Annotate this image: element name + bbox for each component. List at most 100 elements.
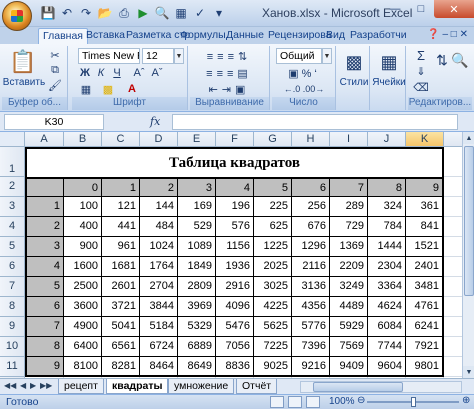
table-cell[interactable]: 3136 [292,277,330,297]
table-cell[interactable]: 441 [102,217,140,237]
table-cell[interactable]: 289 [330,197,368,217]
column-header-I[interactable]: I [330,132,368,147]
run-icon[interactable]: ▶ [135,5,151,21]
fx-button[interactable]: fx [150,115,160,128]
number-format-dropdown[interactable]: ▼ [322,48,332,64]
table-cell[interactable]: 9216 [292,357,330,377]
table-cell[interactable]: 676 [292,217,330,237]
column-header-F[interactable]: F [216,132,254,147]
column-header-A[interactable]: A [25,132,64,147]
select-all-corner[interactable] [0,132,25,147]
spelling-icon[interactable]: ✓ [192,5,208,21]
spreadsheet-grid[interactable]: A B C D E F G H I J K 1 2 3 4 5 6 7 8 9 10 11 Таблица квадрато… [0,132,462,378]
column-header-K[interactable]: K [406,132,444,147]
help-icon[interactable]: ❓ – □ ✕ [427,29,468,40]
decimal-icons[interactable]: ←.0 .00→ [276,82,332,96]
row-label-cell[interactable]: 9 [25,357,64,377]
table-cell[interactable]: 4900 [64,317,102,337]
table-cell[interactable]: 4356 [292,297,330,317]
table-cell[interactable]: 2401 [406,257,444,277]
name-box[interactable]: K30 [4,114,104,130]
table-cell[interactable]: 1936 [216,257,254,277]
cells-icon[interactable]: ▦ [377,50,401,74]
office-button[interactable] [2,1,32,31]
table-cell[interactable]: 1369 [330,237,368,257]
font-size-input[interactable]: 12 [142,48,174,64]
formula-input[interactable] [172,114,458,130]
table-cell[interactable]: 121 [102,197,140,217]
row-header-9[interactable]: 9 [0,317,25,337]
table-cell[interactable]: 4761 [406,297,444,317]
table-cell[interactable]: 3844 [140,297,178,317]
table-header-cell[interactable]: 0 [64,177,102,197]
table-header-cell[interactable]: 4 [216,177,254,197]
table-cell[interactable]: 5329 [178,317,216,337]
sheet-tab-recept[interactable]: рецепт [58,379,104,394]
underline-button[interactable]: Ч [110,66,124,80]
table-cell[interactable]: 2304 [368,257,406,277]
table-cell[interactable]: 1849 [178,257,216,277]
table-cell[interactable]: 6889 [178,337,216,357]
table-cell[interactable]: 6561 [102,337,140,357]
row-header-8[interactable]: 8 [0,297,25,317]
zoom-slider[interactable] [367,397,459,407]
table-cell[interactable]: 7569 [330,337,368,357]
tab-view[interactable]: Вид [322,28,349,44]
column-header-G[interactable]: G [254,132,292,147]
sheet-tab-multiplication[interactable]: умножение [168,379,235,394]
row-header-7[interactable]: 7 [0,277,25,297]
row-header-4[interactable]: 4 [0,217,25,237]
table-header-cell[interactable]: 9 [406,177,444,197]
next-sheet-icon[interactable]: ▶ [30,381,36,390]
table-cell[interactable]: 841 [406,217,444,237]
table-cell[interactable]: 2209 [330,257,368,277]
column-header-J[interactable]: J [368,132,406,147]
tab-developer[interactable]: Разработчик [346,28,406,44]
table-cell[interactable]: 169 [178,197,216,217]
cut-icon[interactable]: ✂ [48,48,62,62]
table-cell[interactable]: 5776 [292,317,330,337]
zoom-level[interactable]: 100% [329,396,355,407]
fill-color-icon[interactable]: ▩ [100,82,116,96]
table-header-cell[interactable]: 5 [254,177,292,197]
column-header-D[interactable]: D [140,132,178,147]
paste-button[interactable]: Вставить [2,76,46,88]
table-cell[interactable]: 1764 [140,257,178,277]
table-cell[interactable]: 2916 [216,277,254,297]
table-cell[interactable]: 1600 [64,257,102,277]
font-size-dropdown[interactable]: ▼ [174,48,184,64]
column-header-C[interactable]: C [102,132,140,147]
row-header-5[interactable]: 5 [0,237,25,257]
zoom-in-icon[interactable]: ⊕ [462,395,470,406]
table-cell[interactable]: 2704 [140,277,178,297]
table-cell[interactable]: 225 [254,197,292,217]
table-cell[interactable]: 6724 [140,337,178,357]
table-cell[interactable]: 5184 [140,317,178,337]
font-color-icon[interactable]: A [124,82,140,96]
table-cell[interactable]: 576 [216,217,254,237]
table-cell[interactable]: 8649 [178,357,216,377]
row-label-cell[interactable]: 5 [25,277,64,297]
table-cell[interactable]: 6400 [64,337,102,357]
table-cell[interactable]: 5929 [330,317,368,337]
table-cell[interactable]: 5625 [254,317,292,337]
table-cell[interactable]: 3481 [406,277,444,297]
prev-sheet-icon[interactable]: ◀ [20,381,26,390]
table-header-cell[interactable]: 8 [368,177,406,197]
table-cell[interactable]: 400 [64,217,102,237]
table-cell[interactable]: 9604 [368,357,406,377]
table-cell[interactable]: 625 [254,217,292,237]
format-painter-icon[interactable]: 🖌 [48,78,62,92]
table-cell[interactable]: 7744 [368,337,406,357]
shrink-font-icon[interactable]: Aˇ [150,66,164,80]
table-cell[interactable]: 484 [140,217,178,237]
row-header-10[interactable]: 10 [0,337,25,357]
find-icon[interactable]: 🔍 [451,50,468,70]
row-label-cell[interactable]: 6 [25,297,64,317]
copy-icon[interactable]: ⧉ [48,63,62,77]
tab-home[interactable]: Главная [38,28,88,44]
table-cell[interactable]: 6241 [406,317,444,337]
table-cell[interactable]: 4096 [216,297,254,317]
table-title[interactable]: Таблица квадратов [25,147,444,177]
table-cell[interactable]: 324 [368,197,406,217]
